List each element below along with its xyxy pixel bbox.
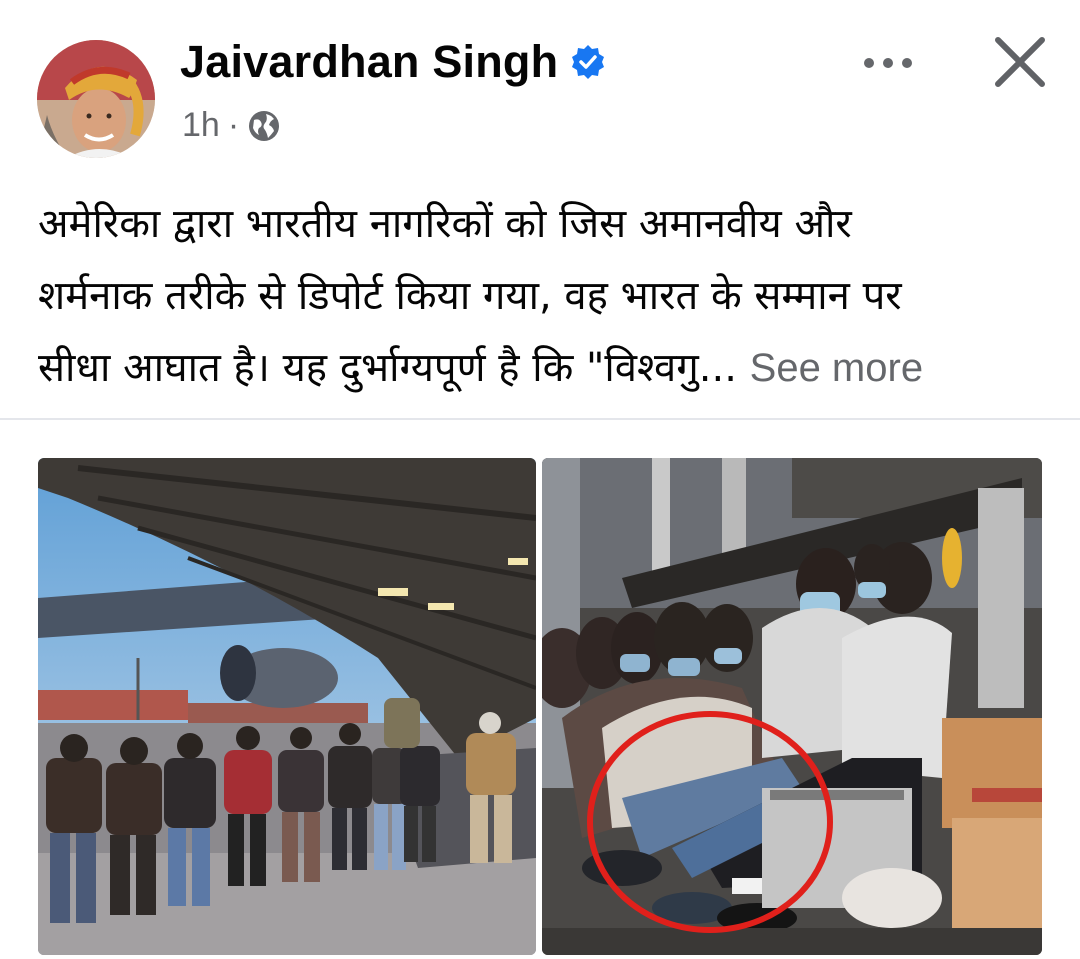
verified-badge-icon [572, 45, 605, 79]
post-text-line: शर्मनाक तरीके से डिपोर्ट किया गया, वह भा… [38, 273, 902, 319]
post-text-line-last: सीधा आघात है। यह दुर्भाग्यपूर्ण है कि "व… [38, 332, 1048, 404]
divider [0, 418, 1080, 420]
post-text-line: सीधा आघात है। यह दुर्भाग्यपूर्ण है कि "व… [38, 345, 737, 391]
facebook-post: Jaivardhan Singh 1h · अमेरिका द्वारा भार… [0, 0, 1080, 959]
aircraft-interior-photo[interactable] [542, 458, 1042, 955]
author-avatar[interactable] [37, 40, 155, 158]
post-text-line: अमेरिका द्वारा भारतीय नागरिकों को जिस अम… [38, 201, 852, 247]
author-name[interactable]: Jaivardhan Singh [180, 36, 558, 88]
post-timestamp[interactable]: 1h [182, 106, 220, 145]
avatar-image [37, 40, 155, 158]
close-button[interactable] [990, 32, 1050, 92]
post-meta: 1h · [182, 106, 281, 145]
post-text: अमेरिका द्वारा भारतीय नागरिकों को जिस अम… [38, 188, 1048, 404]
airport-deportation-photo[interactable] [38, 458, 536, 955]
close-icon [995, 37, 1045, 87]
more-options-button[interactable] [855, 40, 921, 86]
airport-scene-image [38, 458, 536, 955]
ellipsis-icon [864, 58, 912, 68]
aircraft-interior-image [542, 458, 1042, 955]
globe-icon[interactable] [247, 109, 281, 143]
see-more-link[interactable]: See more [750, 346, 923, 390]
meta-separator: · [227, 106, 240, 144]
author-row: Jaivardhan Singh [180, 36, 606, 88]
